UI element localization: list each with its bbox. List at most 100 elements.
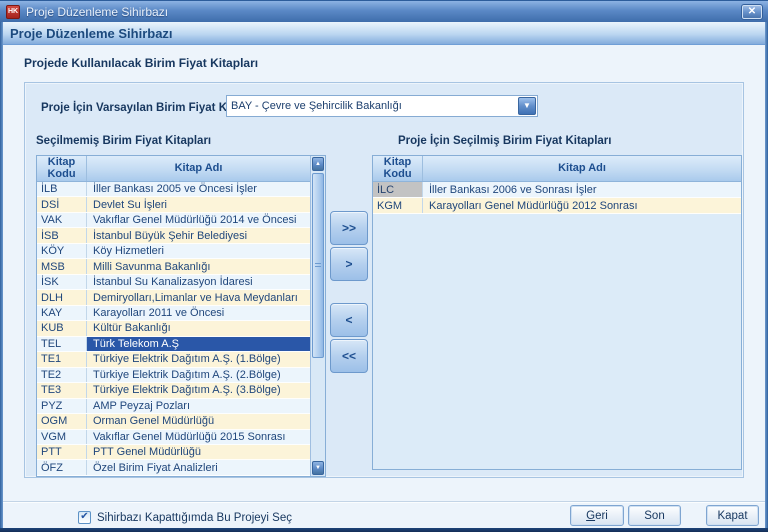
column-header-name[interactable]: Kitap Adı [87,156,310,181]
column-header-code[interactable]: Kitap Kodu [373,156,423,181]
selected-list-title: Proje İçin Seçilmiş Birim Fiyat Kitaplar… [398,135,611,147]
cell-book-name[interactable]: İller Bankası 2006 ve Sonrası İşler [423,182,741,197]
cell-book-name[interactable]: Karayolları 2011 ve Öncesi [87,306,310,320]
scrollbar-thumb[interactable] [312,173,324,358]
back-button[interactable]: Geri [570,505,624,526]
table-row[interactable]: DSİDevlet Su İşleri [37,197,310,212]
table-row[interactable]: MSBMilli Savunma Bakanlığı [37,259,310,274]
close-icon: ✕ [748,7,756,17]
cell-book-code[interactable]: KAY [37,306,87,320]
cell-book-name[interactable]: İller Bankası 2005 ve Öncesi İşler [87,182,310,196]
cell-book-code[interactable]: TE2 [37,368,87,382]
unselected-books-table[interactable]: Kitap KoduKitap Adı İLBİller Bankası 200… [36,155,326,477]
cell-book-name[interactable]: Vakıflar Genel Müdürlüğü 2014 ve Öncesi [87,213,310,227]
cell-book-name[interactable]: Vakıflar Genel Müdürlüğü 2015 Sonrası [87,430,310,444]
cell-book-code[interactable]: İLB [37,182,87,196]
cell-book-name[interactable]: Kültür Bakanlığı [87,321,310,335]
table-row[interactable]: VGMVakıflar Genel Müdürlüğü 2015 Sonrası [37,430,310,445]
column-header-code[interactable]: Kitap Kodu [37,156,87,181]
cell-book-name[interactable]: Özel Birim Fiyat Analizleri [87,460,310,474]
cell-book-name[interactable]: Karayolları Genel Müdürlüğü 2012 Sonrası [423,198,741,213]
cell-book-name[interactable]: Devlet Su İşleri [87,197,310,211]
left-grid-scrollbar[interactable]: ▲ ▼ [310,156,325,476]
cell-book-code[interactable]: VGM [37,430,87,444]
table-row[interactable]: KGMKarayolları Genel Müdürlüğü 2012 Sonr… [373,198,741,214]
check-icon: ✔ [80,512,88,522]
cell-book-name[interactable]: İstanbul Büyük Şehir Belediyesi [87,228,310,242]
window-border-left [0,22,3,528]
cell-book-code[interactable]: TE3 [37,383,87,397]
table-row[interactable]: İSBİstanbul Büyük Şehir Belediyesi [37,228,310,243]
selected-books-table[interactable]: Kitap KoduKitap Adı İLCİller Bankası 200… [372,155,742,470]
table-row[interactable]: KAYKarayolları 2011 ve Öncesi [37,306,310,321]
default-book-label: Proje İçin Varsayılan Birim Fiyat Kitabı [41,98,251,119]
cell-book-name[interactable]: PTT Genel Müdürlüğü [87,445,310,459]
wizard-dialog: HK Proje Düzenleme Sihirbazı ✕ Proje Düz… [0,0,768,532]
table-row[interactable]: TE3Türkiye Elektrik Dağıtım A.Ş. (3.Bölg… [37,383,310,398]
wizard-header: Proje Düzenleme Sihirbazı [1,22,767,45]
table-row[interactable]: PTTPTT Genel Müdürlüğü [37,445,310,460]
table-row[interactable]: VAKVakıflar Genel Müdürlüğü 2014 ve Önce… [37,213,310,228]
cell-book-code[interactable]: OGM [37,414,87,428]
table-row[interactable]: TE1Türkiye Elektrik Dağıtım A.Ş. (1.Bölg… [37,352,310,367]
cell-book-code[interactable]: ÖFZ [37,460,87,474]
cell-book-code[interactable]: DLH [37,290,87,304]
cell-book-name[interactable]: Orman Genel Müdürlüğü [87,414,310,428]
table-row[interactable]: İLBİller Bankası 2005 ve Öncesi İşler [37,182,310,197]
cell-book-code[interactable]: İSB [37,228,87,242]
column-header-name[interactable]: Kitap Adı [423,156,741,181]
combobox-value: BAY - Çevre ve Şehircilik Bakanlığı [231,96,515,116]
cell-book-code[interactable]: İSK [37,275,87,289]
cell-book-name[interactable]: Milli Savunma Bakanlığı [87,259,310,273]
scroll-down-button[interactable]: ▼ [312,461,324,475]
cell-book-name[interactable]: Demiryolları,Limanlar ve Hava Meydanları [87,290,310,304]
cell-book-name[interactable]: Türkiye Elektrik Dağıtım A.Ş. (3.Bölge) [87,383,310,397]
cell-book-code[interactable]: KÖY [37,244,87,258]
table-body: İLBİller Bankası 2005 ve Öncesi İşlerDSİ… [37,182,310,476]
cell-book-name[interactable]: Köy Hizmetleri [87,244,310,258]
table-row[interactable]: ÖFZÖzel Birim Fiyat Analizleri [37,460,310,475]
cell-book-name[interactable]: Türkiye Elektrik Dağıtım A.Ş. (2.Bölge) [87,368,310,382]
table-row[interactable]: İSKİstanbul Su Kanalizasyon İdaresi [37,275,310,290]
close-button[interactable]: Kapat [706,505,759,526]
table-header-row: Kitap KoduKitap Adı [37,156,310,182]
cell-book-code[interactable]: TEL [37,337,87,351]
table-body: İLCİller Bankası 2006 ve Sonrası İşlerKG… [373,182,741,469]
table-row[interactable]: KÖYKöy Hizmetleri [37,244,310,259]
cell-book-code[interactable]: İLC [373,182,423,197]
cell-book-name[interactable]: Türkiye Elektrik Dağıtım A.Ş. (1.Bölge) [87,352,310,366]
scroll-up-button[interactable]: ▲ [312,157,324,171]
finish-button[interactable]: Son [628,505,681,526]
select-project-checkbox[interactable]: ✔ [78,511,91,524]
page-title: Proje Düzenleme Sihirbazı [10,26,173,41]
select-project-checkbox-label: Sihirbazı Kapattığımda Bu Projeyi Seç [97,512,292,524]
cell-book-code[interactable]: VAK [37,213,87,227]
table-row[interactable]: TE2Türkiye Elektrik Dağıtım A.Ş. (2.Bölg… [37,368,310,383]
cell-book-name[interactable]: AMP Peyzaj Pozları [87,399,310,413]
cell-book-code[interactable]: DSİ [37,197,87,211]
table-header-row: Kitap KoduKitap Adı [373,156,741,182]
cell-book-code[interactable]: KUB [37,321,87,335]
table-row[interactable]: PYZAMP Peyzaj Pozları [37,399,310,414]
combobox-dropdown-button[interactable]: ▼ [518,97,536,115]
table-row[interactable]: TELTürk Telekom A.Ş [37,337,310,352]
default-book-combobox[interactable]: BAY - Çevre ve Şehircilik Bakanlığı ▼ [226,95,538,117]
move-left-button[interactable]: < [330,303,368,337]
move-all-right-button[interactable]: >> [330,211,368,245]
cell-book-name[interactable]: İstanbul Su Kanalizasyon İdaresi [87,275,310,289]
cell-book-code[interactable]: PYZ [37,399,87,413]
cell-book-code[interactable]: TE1 [37,352,87,366]
move-right-button[interactable]: > [330,247,368,281]
scrollbar-grip-icon [315,263,321,268]
table-row[interactable]: KUBKültür Bakanlığı [37,321,310,336]
move-all-left-button[interactable]: << [330,339,368,373]
cell-book-code[interactable]: KGM [373,198,423,213]
cell-book-code[interactable]: MSB [37,259,87,273]
cell-book-name[interactable]: Türk Telekom A.Ş [87,337,310,351]
section-title: Projede Kullanılacak Birim Fiyat Kitapla… [24,56,258,70]
titlebar-close-button[interactable]: ✕ [741,4,763,20]
table-row[interactable]: OGMOrman Genel Müdürlüğü [37,414,310,429]
cell-book-code[interactable]: PTT [37,445,87,459]
table-row[interactable]: DLHDemiryolları,Limanlar ve Hava Meydanl… [37,290,310,305]
table-row[interactable]: İLCİller Bankası 2006 ve Sonrası İşler [373,182,741,198]
